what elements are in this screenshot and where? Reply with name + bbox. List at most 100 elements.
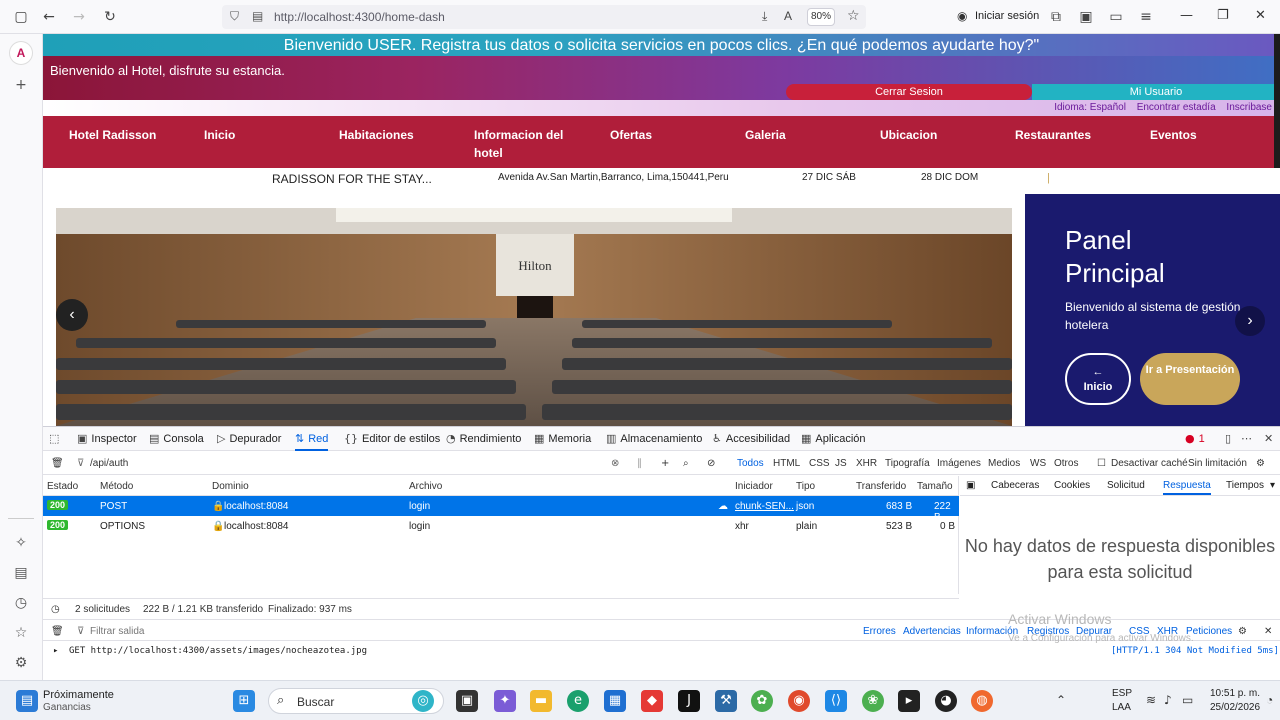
bookmark-star-icon[interactable]: ☆ [847, 8, 860, 24]
table-row[interactable]: 200 POST 🔒 localhost:8084 login ☁ chunk-… [43, 496, 959, 523]
col-file[interactable]: Archivo [409, 481, 442, 492]
pick-element-icon[interactable]: ⬚ [49, 432, 63, 445]
add-filter-icon[interactable]: + [661, 458, 669, 469]
toggle-panel-icon[interactable]: ▣ [966, 480, 975, 491]
panel-home-button[interactable]: ← Inicio [1065, 353, 1131, 405]
edge-icon[interactable]: e [567, 690, 589, 712]
tab-memory[interactable]: ▦ Memoria [534, 432, 591, 445]
filter-media[interactable]: Medios [988, 458, 1020, 469]
col-method[interactable]: Método [100, 481, 133, 492]
menu-icon[interactable]: ≡ [1137, 8, 1155, 26]
logout-button[interactable]: Cerrar Sesion [786, 84, 1032, 100]
battery-icon[interactable]: ▭ [1182, 693, 1193, 707]
language-link[interactable]: Idioma: Español [1054, 102, 1126, 113]
notifications-icon[interactable]: ◔ [1266, 693, 1273, 707]
trash-icon[interactable]: 🗑 [51, 626, 64, 637]
tab-request[interactable]: Solicitud [1107, 480, 1145, 491]
widgets-icon[interactable]: ▤ [16, 690, 38, 712]
level-warnings[interactable]: Advertencias [903, 626, 961, 637]
nav-restaurantes[interactable]: Restaurantes [1015, 126, 1125, 144]
url-text[interactable]: http://localhost:4300/home-dash [274, 10, 445, 24]
tab-network[interactable]: ⇅ Red [295, 432, 329, 451]
col-transferred[interactable]: Transferido [856, 481, 906, 492]
find-stay-link[interactable]: Encontrar estadía [1137, 102, 1216, 113]
app-red-icon[interactable]: ◆ [641, 690, 663, 712]
tab-performance[interactable]: ◔ Rendimiento [446, 432, 521, 445]
clock-time[interactable]: 10:51 p. m. [1210, 688, 1260, 699]
add-icon[interactable]: + [12, 76, 30, 94]
col-size[interactable]: Tamaño [917, 481, 953, 492]
nav-ofertas[interactable]: Ofertas [610, 126, 720, 144]
panel-presentation-button[interactable]: Ir a Presentación [1140, 353, 1240, 405]
filter-css[interactable]: CSS [809, 458, 830, 469]
booking-hotel-name[interactable]: RADISSON FOR THE STAY... [272, 172, 432, 186]
widget-title[interactable]: Próximamente [43, 689, 114, 701]
language-indicator[interactable]: ESP [1112, 688, 1132, 699]
tabs-icon[interactable]: ▤ [12, 564, 30, 582]
tab-cookies[interactable]: Cookies [1054, 480, 1090, 491]
disable-cache-checkbox[interactable]: ☐ [1097, 458, 1106, 469]
spring-icon[interactable]: ❀ [862, 690, 884, 712]
page-info-icon[interactable]: ▤ [252, 9, 263, 23]
tab-response[interactable]: Respuesta [1163, 480, 1211, 495]
minimize-icon[interactable]: — [1180, 8, 1193, 23]
signup-link[interactable]: Inscribase [1226, 102, 1272, 113]
extensions-icon[interactable]: ⧉ [1047, 8, 1065, 26]
translate-icon[interactable]: A [784, 9, 792, 23]
nav-inicio[interactable]: Inicio [204, 126, 314, 144]
throttling-select[interactable]: Sin limitación [1188, 458, 1247, 469]
booking-checkin[interactable]: 27 DIC SÁB [802, 172, 856, 183]
clear-filter-icon[interactable]: ⊗ [611, 458, 619, 469]
account-icon[interactable]: ◉ [957, 9, 967, 23]
filter-images[interactable]: Imágenes [937, 458, 981, 469]
chevron-up-icon[interactable]: ⌃ [1056, 693, 1066, 707]
nav-ubicacion[interactable]: Ubicacion [880, 126, 990, 144]
my-user-button[interactable]: Mi Usuario [1032, 84, 1280, 100]
console-log-text[interactable]: GET http://localhost:4300/assets/images/… [69, 646, 367, 656]
filter-xhr[interactable]: XHR [856, 458, 877, 469]
task-view-icon[interactable]: ▣ [456, 690, 478, 712]
row-initiator[interactable]: chunk-SEN... [735, 501, 794, 512]
history-icon[interactable]: ◷ [12, 594, 30, 612]
green-app-icon[interactable]: ✿ [751, 690, 773, 712]
shield-icon[interactable]: ⛉ [230, 9, 239, 24]
filter-all[interactable]: Todos [737, 458, 764, 469]
container-icon[interactable]: ▣ [1077, 8, 1095, 26]
signin-label[interactable]: Iniciar sesión [975, 10, 1039, 22]
download-icon[interactable]: ⤓ [762, 9, 767, 24]
tab-debugger[interactable]: ▷ Depurador [217, 432, 281, 445]
chevron-down-icon[interactable]: ▾ [1270, 480, 1275, 491]
search-highlight-icon[interactable]: ◎ [412, 690, 434, 712]
start-icon[interactable]: ⊞ [233, 690, 255, 712]
settings-icon[interactable]: ⚙ [12, 654, 30, 672]
file-explorer-icon[interactable]: ▬ [530, 690, 552, 712]
url-filter-input[interactable]: /api/auth [90, 458, 128, 469]
url-bar[interactable]: ⛉ ▤ http://localhost:4300/home-dash ⤓ A … [222, 5, 866, 29]
github-icon[interactable]: ◕ [935, 690, 957, 712]
tab-application[interactable]: ▦ Aplicación [801, 432, 866, 445]
tool-icon[interactable]: ⚒ [715, 690, 737, 712]
store-icon[interactable]: ▦ [604, 690, 626, 712]
forward-icon[interactable]: → [70, 8, 88, 26]
console-settings-icon[interactable]: ⚙ [1238, 626, 1247, 637]
col-status[interactable]: Estado [47, 481, 78, 492]
jetbrains-icon[interactable]: J [678, 690, 700, 712]
wifi-icon[interactable]: ≋ [1146, 693, 1156, 707]
tab-accessibility[interactable]: ♿ Accesibilidad [712, 432, 790, 445]
bookmarks-icon[interactable]: ☆ [12, 624, 30, 642]
language-sub[interactable]: LAA [1112, 702, 1131, 713]
tab-headers[interactable]: Cabeceras [991, 480, 1039, 491]
widget-subtitle[interactable]: Ganancias [43, 702, 91, 713]
maximize-icon[interactable]: ❐ [1217, 8, 1229, 23]
booking-checkout[interactable]: 28 DIC DOM [921, 172, 978, 183]
close-devtools-icon[interactable]: ✕ [1264, 432, 1277, 445]
chrome-icon[interactable]: ◉ [788, 690, 810, 712]
more-options-icon[interactable]: ⋯ [1241, 432, 1256, 445]
back-icon[interactable]: ← [40, 8, 58, 26]
filter-html[interactable]: HTML [773, 458, 800, 469]
nav-galeria[interactable]: Galeria [745, 126, 855, 144]
network-settings-icon[interactable]: ⚙ [1256, 458, 1265, 469]
zoom-level[interactable]: 80% [807, 8, 835, 26]
col-domain[interactable]: Dominio [212, 481, 249, 492]
ai-sparkle-icon[interactable]: ✧ [12, 534, 30, 552]
